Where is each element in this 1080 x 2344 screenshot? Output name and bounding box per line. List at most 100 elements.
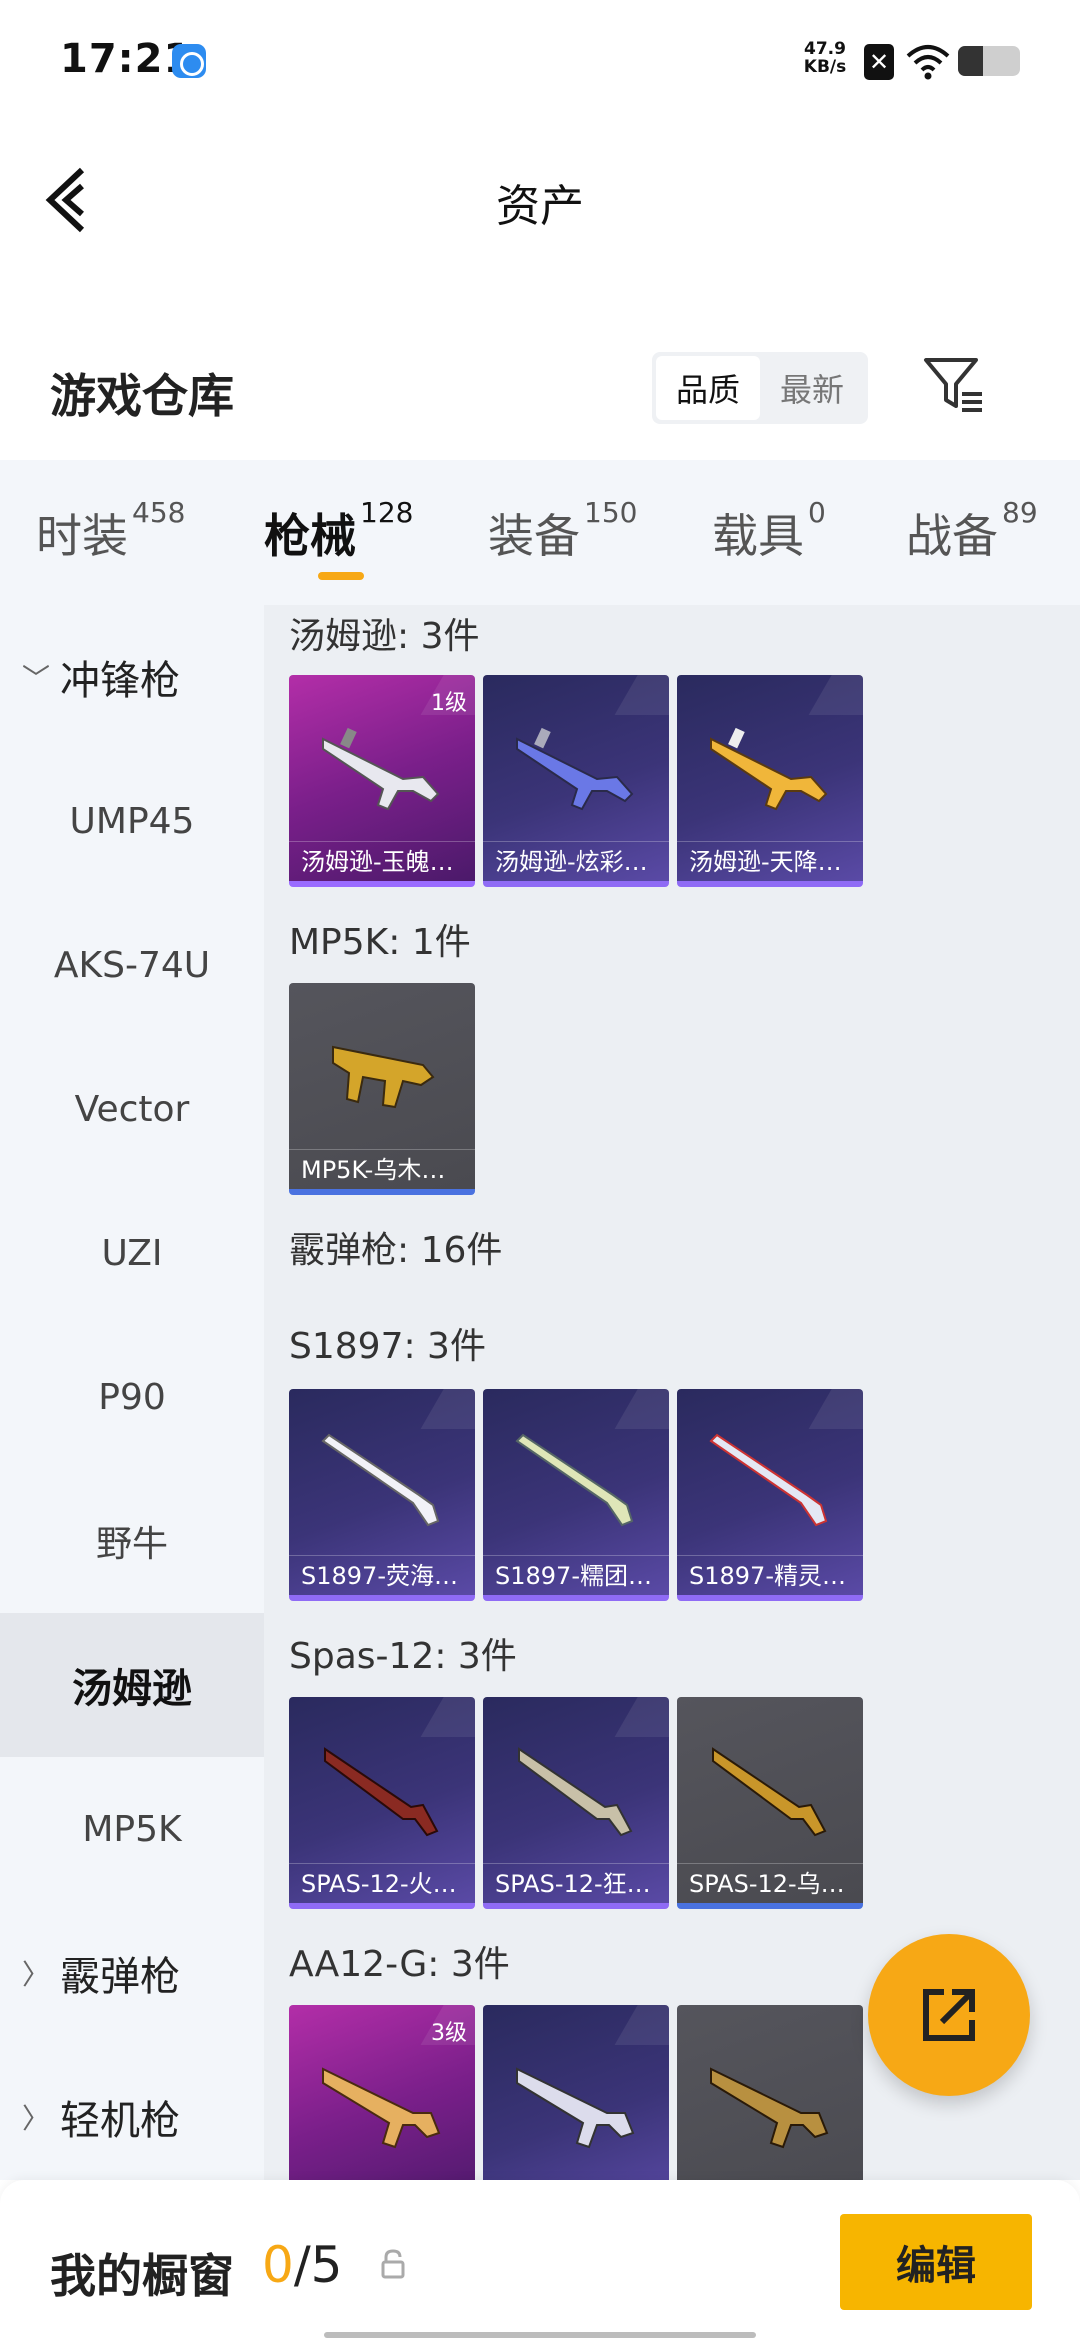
sidebar-item-label: 轻机枪 <box>60 2098 180 2144</box>
tab-equipment[interactable]: 装备 150 <box>488 496 637 566</box>
header: 资产 <box>0 120 1080 280</box>
edit-button[interactable]: 编辑 <box>840 2214 1032 2310</box>
weapon-name: S1897-精灵… <box>677 1555 863 1595</box>
chevron-right-icon: 〉 <box>22 2102 51 2135</box>
weapon-card[interactable]: MP5K-乌木… <box>289 983 475 1195</box>
sidebar-item-uzi[interactable]: UZI <box>0 1181 264 1325</box>
status-bar: 17:21 47.9 KB/s ✕ <box>0 0 1080 120</box>
sort-option-quality[interactable]: 品质 <box>656 356 760 420</box>
spas12-gun-icon <box>712 1747 827 1837</box>
sidebar-item-vector[interactable]: Vector <box>0 1037 264 1181</box>
network-speed-value: 47.9 <box>804 39 846 59</box>
tab-label: 装备 <box>488 509 580 563</box>
level-badge: 3级 <box>431 2021 467 2046</box>
sort-option-newest[interactable]: 最新 <box>760 356 864 420</box>
weapon-name: S1897-糯团… <box>483 1555 669 1595</box>
s1897-gun-icon <box>709 1433 828 1527</box>
aa12-gun-icon <box>710 2067 829 2149</box>
thompson-gun-icon <box>322 727 440 811</box>
sort-toggle: 品质 最新 <box>652 352 868 424</box>
weapon-card[interactable]: 汤姆逊-天降… <box>677 675 863 887</box>
sidebar-item-bizon[interactable]: 野牛 <box>0 1469 264 1613</box>
weapon-card[interactable]: SPAS-12-火… <box>289 1697 475 1909</box>
tab-label: 战备 <box>906 509 998 563</box>
sidebar-item-ump45[interactable]: UMP45 <box>0 749 264 893</box>
showcase-current: 0 <box>262 2236 294 2294</box>
weapon-card[interactable] <box>677 2005 863 2180</box>
section-title: MP5K: 1件 <box>289 922 471 963</box>
sidebar-group-smg[interactable]: ﹀ 冲锋枪 <box>0 605 264 749</box>
sidebar-item-label: 野牛 <box>95 1524 168 1565</box>
aa12-gun-icon <box>516 2067 635 2149</box>
showcase-total: /5 <box>293 2236 343 2294</box>
weapon-name: S1897-荧海… <box>289 1555 475 1595</box>
thompson-gun-icon <box>710 727 828 811</box>
aa12-gun-icon <box>322 2067 441 2149</box>
weapon-card[interactable]: 汤姆逊-炫彩… <box>483 675 669 887</box>
weapon-type-sidebar: ﹀ 冲锋枪 UMP45 AKS-74U Vector UZI P90 野牛 汤姆… <box>0 605 264 2180</box>
app-icon <box>172 44 206 78</box>
wifi-icon <box>906 45 950 80</box>
sidebar-item-thompson[interactable]: 汤姆逊 <box>0 1613 264 1757</box>
section-title: Spas-12: 3件 <box>289 1636 517 1677</box>
sidebar-item-label: P90 <box>98 1376 166 1418</box>
tab-count: 0 <box>808 496 826 529</box>
sidebar-item-label: 汤姆逊 <box>72 1666 192 1712</box>
weapon-card[interactable]: SPAS-12-乌… <box>677 1697 863 1909</box>
home-indicator[interactable] <box>324 2332 756 2338</box>
sidebar-item-mp5k[interactable]: MP5K <box>0 1757 264 1901</box>
sidebar-item-label: Vector <box>74 1088 190 1130</box>
page-title: 资产 <box>496 181 584 232</box>
chevron-right-icon: 〉 <box>22 1958 51 1991</box>
tab-label: 时装 <box>36 509 128 563</box>
weapon-card[interactable]: S1897-精灵… <box>677 1389 863 1601</box>
showcase-bar: 我的橱窗 0/5 编辑 <box>0 2180 1080 2344</box>
warehouse-title: 游戏仓库 <box>50 369 234 423</box>
spas12-gun-icon <box>518 1747 633 1837</box>
battery-icon <box>958 46 1020 76</box>
section-title: AA12-G: 3件 <box>289 1944 510 1985</box>
showcase-label: 我的橱窗 <box>50 2249 234 2303</box>
tab-fashion[interactable]: 时装 458 <box>36 496 185 566</box>
section-title: S1897: 3件 <box>289 1326 486 1367</box>
weapon-card[interactable] <box>483 2005 669 2180</box>
sidebar-item-label: 冲锋枪 <box>60 658 180 704</box>
weapon-name: 汤姆逊-天降… <box>677 841 863 881</box>
tab-count: 458 <box>132 496 186 529</box>
tab-label: 枪械 <box>264 509 356 563</box>
tab-count: 128 <box>360 496 414 529</box>
spas12-gun-icon <box>324 1747 439 1837</box>
x-icon: ✕ <box>864 44 894 80</box>
weapon-name: SPAS-12-狂… <box>483 1863 669 1903</box>
sidebar-group-lmg[interactable]: 〉 轻机枪 <box>0 2045 264 2180</box>
weapon-card[interactable]: S1897-糯团… <box>483 1389 669 1601</box>
s1897-gun-icon <box>515 1433 634 1527</box>
network-speed-unit: KB/s <box>803 57 847 77</box>
level-badge: 1级 <box>431 691 467 716</box>
sidebar-group-shotgun[interactable]: 〉 霰弹枪 <box>0 1901 264 2045</box>
active-tab-indicator <box>318 572 364 580</box>
section-title: 汤姆逊: 3件 <box>289 616 480 657</box>
tab-count: 89 <box>1002 496 1038 529</box>
weapon-card[interactable]: SPAS-12-狂… <box>483 1697 669 1909</box>
tab-supplies[interactable]: 战备 89 <box>906 496 1038 566</box>
filter-icon[interactable] <box>922 354 986 418</box>
weapon-card[interactable]: S1897-荧海… <box>289 1389 475 1601</box>
lock-icon <box>381 2249 405 2279</box>
sidebar-item-p90[interactable]: P90 <box>0 1325 264 1469</box>
sidebar-item-aks74u[interactable]: AKS-74U <box>0 893 264 1037</box>
weapon-name: 汤姆逊-炫彩… <box>483 841 669 881</box>
weapon-name: 汤姆逊-玉魄… <box>289 841 475 881</box>
chevron-down-icon: ﹀ <box>22 662 51 695</box>
tab-vehicles[interactable]: 载具 0 <box>712 496 826 566</box>
weapon-name: MP5K-乌木… <box>289 1149 475 1189</box>
network-speed: 47.9 KB/s <box>800 40 850 76</box>
tab-firearms[interactable]: 枪械 128 <box>264 496 413 566</box>
share-button[interactable] <box>868 1934 1030 2096</box>
category-tabs: 时装 458 枪械 128 装备 150 载具 0 战备 89 <box>0 460 1080 605</box>
showcase-count: 0/5 <box>262 2236 342 2294</box>
sidebar-item-label: UZI <box>101 1232 163 1274</box>
weapon-card[interactable]: 3级 <box>289 2005 475 2180</box>
weapon-name: SPAS-12-乌… <box>677 1863 863 1903</box>
weapon-card[interactable]: 1级 汤姆逊-玉魄… <box>289 675 475 887</box>
